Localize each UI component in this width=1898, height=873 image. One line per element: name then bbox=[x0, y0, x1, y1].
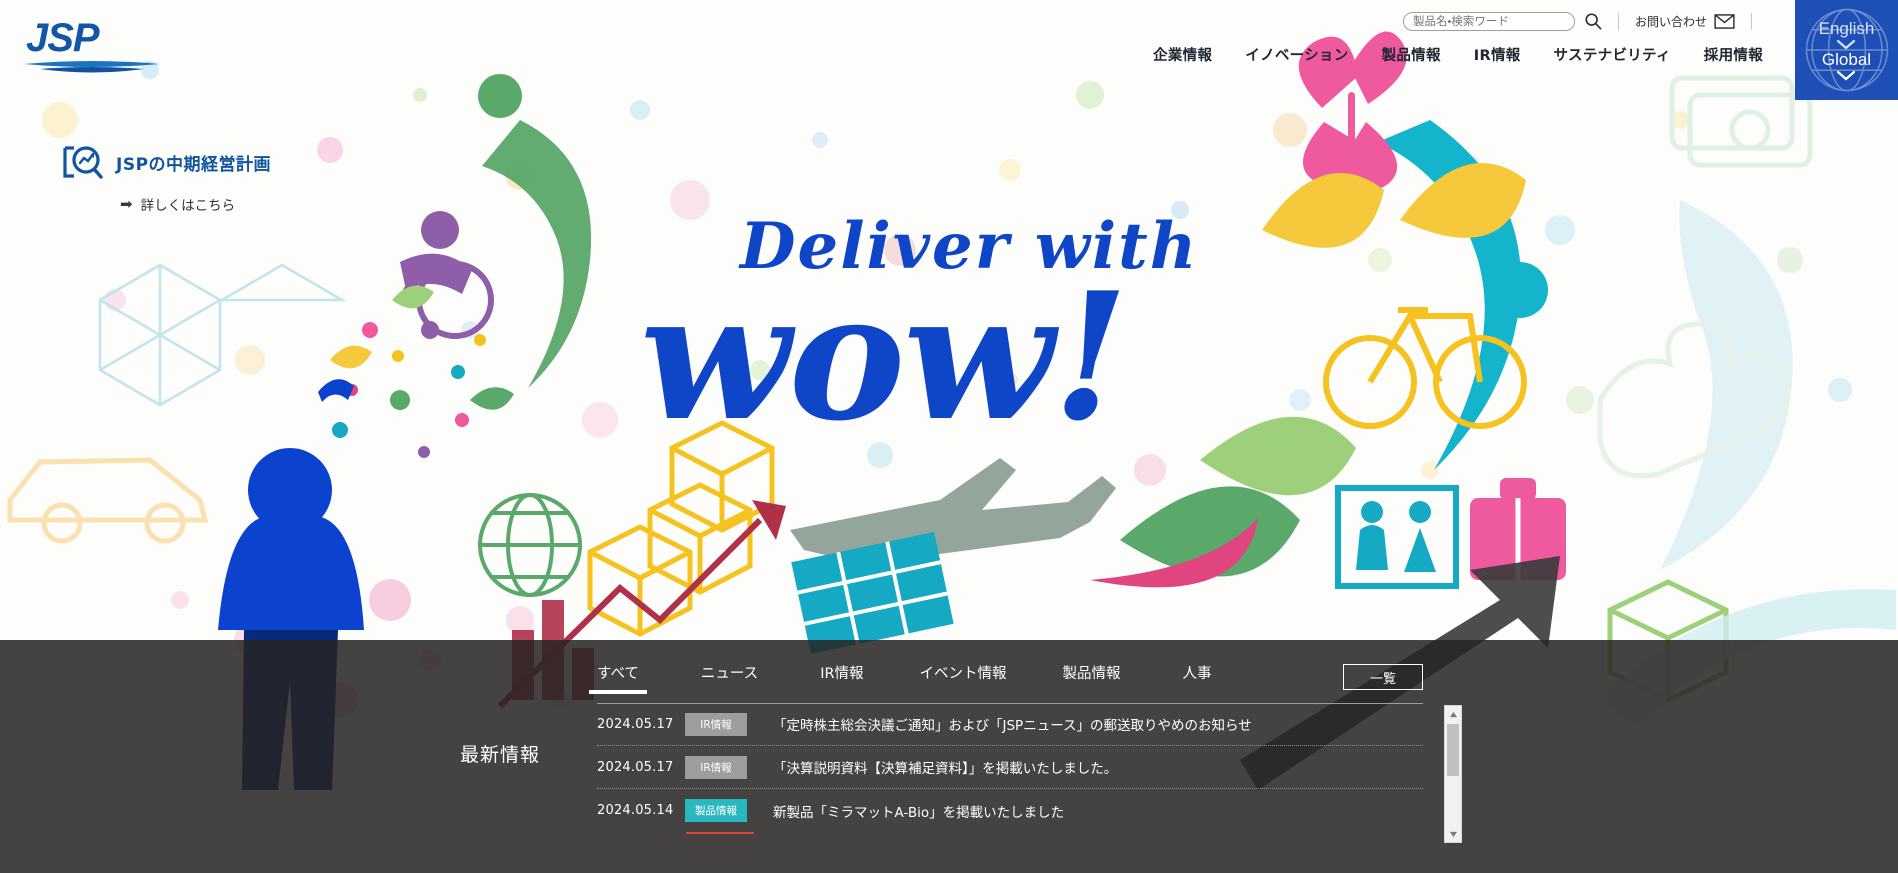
tab-news[interactable]: ニュース bbox=[701, 662, 758, 694]
nav-item-company[interactable]: 企業情報 bbox=[1153, 44, 1212, 65]
scrollbar-thumb[interactable] bbox=[1447, 724, 1459, 776]
jsp-homepage: JSP お問い合わせ 企業情報 イノベ bbox=[0, 0, 1898, 873]
utility-bar: お問い合わせ bbox=[1402, 8, 1768, 34]
plan-title: JSPの中期経営計画 bbox=[116, 154, 272, 175]
chevron-down-icon bbox=[1837, 39, 1856, 49]
scroll-down-button[interactable] bbox=[1445, 826, 1461, 842]
news-section-title: 最新情報 bbox=[460, 744, 541, 766]
mid-term-plan-banner[interactable]: JSPの中期経営計画 ➡ 詳しくはこちら bbox=[62, 142, 271, 214]
news-title: 「決算説明資料【決算補足資料】」を掲載いたしました。 bbox=[773, 761, 1118, 777]
tab-all[interactable]: すべて bbox=[589, 662, 647, 694]
nav-item-ir[interactable]: IR情報 bbox=[1474, 44, 1521, 65]
news-tabs: すべて ニュース IR情報 イベント情報 製品情報 人事 bbox=[589, 662, 1212, 694]
news-item[interactable]: 2024.05.17 IR情報 「定時株主総会決議ご通知」および「JSPニュース… bbox=[597, 703, 1423, 746]
news-scrollbar[interactable] bbox=[1444, 705, 1462, 843]
arrow-right-icon: ➡ bbox=[120, 195, 133, 213]
tab-label: IR情報 bbox=[820, 666, 864, 682]
tab-event[interactable]: イベント情報 bbox=[920, 662, 1007, 694]
jsp-logo[interactable]: JSP bbox=[24, 16, 161, 74]
nav-item-recruit[interactable]: 採用情報 bbox=[1704, 44, 1763, 65]
news-date: 2024.05.14 bbox=[597, 803, 674, 818]
tab-personnel[interactable]: 人事 bbox=[1183, 662, 1212, 694]
tab-active-indicator bbox=[589, 690, 647, 694]
triangle-up-icon bbox=[1449, 711, 1457, 717]
chevron-down-icon bbox=[1837, 70, 1856, 80]
plan-link-label: 詳しくはこちら bbox=[140, 198, 236, 214]
news-item[interactable]: 2024.05.17 IR情報 「決算説明資料【決算補足資料】」を掲載いたしまし… bbox=[597, 746, 1423, 789]
news-list: 2024.05.17 IR情報 「定時株主総会決議ご通知」および「JSPニュース… bbox=[597, 703, 1423, 832]
news-category-badge: 製品情報 bbox=[685, 799, 747, 822]
global-label: Global bbox=[1821, 49, 1872, 69]
global-navigation: 企業情報 イノベーション 製品情報 IR情報 サステナビリティ 採用情報 bbox=[1153, 44, 1763, 65]
tab-product[interactable]: 製品情報 bbox=[1063, 662, 1121, 694]
divider bbox=[1617, 12, 1619, 30]
search-input[interactable] bbox=[1402, 11, 1575, 31]
language-switcher[interactable]: English Global bbox=[1795, 0, 1898, 100]
scroll-up-button[interactable] bbox=[1445, 706, 1461, 722]
news-category-badge: IR情報 bbox=[685, 712, 747, 736]
news-list-all-button[interactable]: 一覧 bbox=[1343, 664, 1423, 690]
plan-heading-row: JSPの中期経営計画 bbox=[62, 142, 271, 182]
english-label: English bbox=[1818, 18, 1875, 38]
news-date: 2024.05.17 bbox=[597, 716, 674, 732]
tab-label: イベント情報 bbox=[919, 666, 1007, 682]
language-option-global[interactable]: Global bbox=[1822, 51, 1871, 81]
triangle-down-icon bbox=[1449, 831, 1457, 837]
tab-label: 製品情報 bbox=[1062, 666, 1121, 682]
search-icon[interactable] bbox=[1584, 12, 1602, 30]
news-title: 新製品「ミラマットA-Bio」を掲載いたしました bbox=[773, 804, 1065, 821]
divider bbox=[1751, 12, 1752, 30]
nav-item-sustainability[interactable]: サステナビリティ bbox=[1554, 44, 1671, 65]
tab-ir[interactable]: IR情報 bbox=[820, 662, 863, 694]
logo-wordmark: JSP bbox=[26, 16, 100, 60]
news-title: 「定時株主総会決議ご通知」および「JSPニュース」の郵送取りやめのお知らせ bbox=[773, 718, 1252, 734]
news-category-badge: IR情報 bbox=[685, 755, 747, 779]
nav-item-products[interactable]: 製品情報 bbox=[1382, 44, 1441, 65]
site-header: JSP お問い合わせ 企業情報 イノベ bbox=[0, 0, 1898, 100]
contact-label: お問い合わせ bbox=[1634, 14, 1707, 29]
logo-swoosh-icon bbox=[24, 61, 160, 73]
news-accent-underline bbox=[686, 832, 754, 834]
tab-label: すべて bbox=[597, 666, 639, 682]
news-date: 2024.05.17 bbox=[597, 759, 674, 775]
language-option-english[interactable]: English bbox=[1818, 18, 1875, 50]
nav-item-innovation[interactable]: イノベーション bbox=[1245, 44, 1348, 65]
tab-label: ニュース bbox=[700, 666, 759, 682]
mail-icon bbox=[1714, 13, 1735, 29]
chart-search-icon bbox=[63, 146, 103, 179]
contact-link[interactable]: お問い合わせ bbox=[1635, 13, 1735, 30]
tab-label: 人事 bbox=[1182, 666, 1212, 682]
news-item[interactable]: 2024.05.14 製品情報 新製品「ミラマットA-Bio」を掲載いたしました bbox=[597, 789, 1423, 832]
plan-detail-link[interactable]: ➡ 詳しくはこちら bbox=[120, 194, 271, 215]
